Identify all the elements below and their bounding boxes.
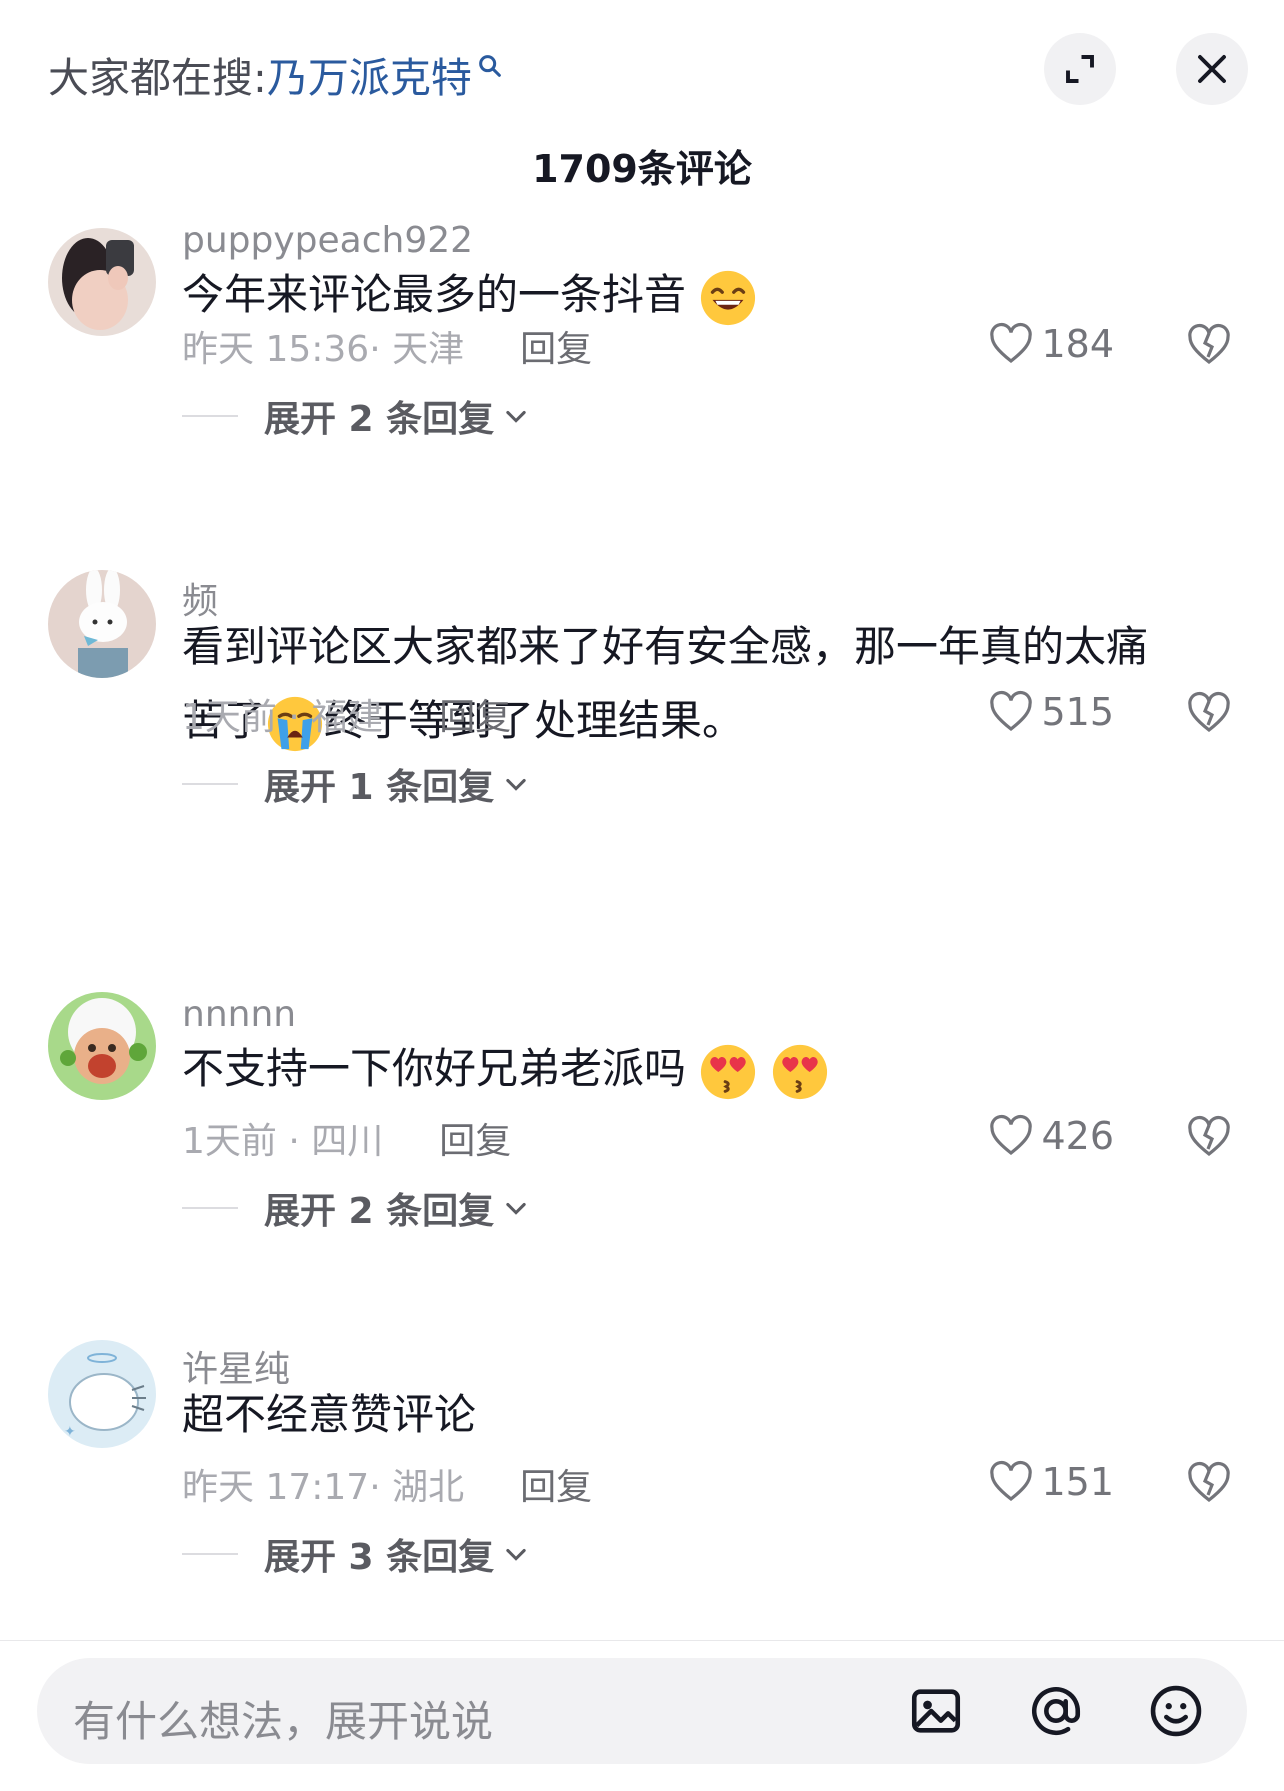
heart-icon xyxy=(990,1460,1033,1502)
emoji-smile-icon[interactable] xyxy=(1147,1682,1205,1740)
input-divider xyxy=(0,1640,1284,1641)
expand-replies-button[interactable]: 展开 3 条回复 xyxy=(182,1528,530,1580)
search-icon xyxy=(478,55,501,77)
expand-replies-label: 展开 2 条回复 xyxy=(264,399,495,440)
comment-meta: 昨天 15:36· 天津 回复 xyxy=(182,320,592,372)
like-button[interactable]: 184 xyxy=(987,320,1114,368)
like-button[interactable]: 151 xyxy=(987,1458,1114,1506)
comment-time-location: 昨天 17:17· 湖北 xyxy=(182,1467,465,1508)
chevron-down-icon xyxy=(506,778,526,791)
divider-line xyxy=(182,1553,238,1555)
like-button[interactable]: 515 xyxy=(987,688,1114,736)
expand-replies-button[interactable]: 展开 2 条回复 xyxy=(182,1182,530,1234)
comment-meta: 1天前 · 四川 回复 xyxy=(182,1112,511,1164)
comment-username[interactable]: nnnnn xyxy=(182,994,296,1035)
heart-icon xyxy=(990,690,1033,732)
comment-text-body: 不支持一下你好兄弟老派吗 xyxy=(182,1044,687,1093)
expand-replies-button[interactable]: 展开 2 条回复 xyxy=(182,390,530,442)
comment-text: 不支持一下你好兄弟老派吗 xyxy=(182,1032,1222,1106)
comment-username[interactable]: puppypeach922 xyxy=(182,220,473,261)
grinning-emoji-icon xyxy=(701,270,756,325)
divider-line xyxy=(182,415,238,417)
reply-button[interactable]: 回复 xyxy=(439,1112,511,1164)
heart-icon xyxy=(990,322,1033,364)
like-count: 426 xyxy=(1041,1114,1114,1158)
comment-input[interactable]: 有什么想法，展开说说 xyxy=(37,1658,1247,1764)
chevron-down-icon xyxy=(506,1548,526,1561)
header: 大家都在搜: 乃万派克特 xyxy=(0,0,1284,140)
hot-search-prefix: 大家都在搜: xyxy=(48,54,267,102)
dislike-heart-icon[interactable] xyxy=(1184,1459,1234,1507)
hot-search-keyword[interactable]: 乃万派克特 xyxy=(267,44,472,104)
kissing-heart-eyes-emoji-icon xyxy=(772,1044,827,1099)
like-count: 151 xyxy=(1041,1460,1114,1504)
divider-line xyxy=(182,783,238,785)
avatar[interactable] xyxy=(48,570,156,678)
avatar[interactable] xyxy=(48,992,156,1100)
comment-input-placeholder: 有什么想法，展开说说 xyxy=(73,1697,494,1746)
comment-text-body: 超不经意赞评论 xyxy=(182,1390,477,1439)
chevron-down-icon xyxy=(506,410,526,423)
reply-button[interactable]: 回复 xyxy=(520,1458,592,1510)
at-mention-icon[interactable] xyxy=(1027,1682,1085,1740)
svg-text:✦: ✦ xyxy=(64,1424,76,1440)
kissing-heart-eyes-emoji-icon xyxy=(701,1044,756,1099)
chevron-down-icon xyxy=(506,1202,526,1215)
divider-line xyxy=(182,1207,238,1209)
like-count: 515 xyxy=(1041,690,1114,734)
comment-meta: 1天前 · 福建 回复 xyxy=(182,688,511,740)
expand-replies-label: 展开 1 条回复 xyxy=(264,767,495,808)
comment-time-location: 1天前 · 福建 xyxy=(182,697,384,738)
like-count: 184 xyxy=(1041,322,1114,366)
comment-count: 1709条评论 xyxy=(532,147,752,191)
avatar[interactable]: ✦ xyxy=(48,1340,156,1448)
close-icon xyxy=(1198,55,1226,83)
hot-search-banner[interactable]: 大家都在搜: 乃万派克特 xyxy=(48,44,504,104)
dislike-heart-icon[interactable] xyxy=(1184,689,1234,737)
expand-replies-label: 展开 3 条回复 xyxy=(264,1537,495,1578)
reply-button[interactable]: 回复 xyxy=(439,688,511,740)
dislike-heart-icon[interactable] xyxy=(1184,321,1234,369)
heart-icon xyxy=(990,1114,1033,1156)
comment-meta: 昨天 17:17· 湖北 回复 xyxy=(182,1458,592,1510)
fullscreen-button[interactable] xyxy=(1044,33,1116,105)
comment-text: 超不经意赞评论 xyxy=(182,1378,1222,1452)
like-button[interactable]: 426 xyxy=(987,1112,1114,1160)
reply-button[interactable]: 回复 xyxy=(520,320,592,372)
expand-replies-button[interactable]: 展开 1 条回复 xyxy=(182,758,530,810)
comment-time-location: 1天前 · 四川 xyxy=(182,1121,384,1162)
expand-replies-label: 展开 2 条回复 xyxy=(264,1191,495,1232)
comment-text-body: 今年来评论最多的一条抖音 xyxy=(182,270,687,319)
comment-text-line-1: 看到评论区大家都来了好有安全感，那一年真的太痛 xyxy=(182,622,1149,671)
avatar[interactable] xyxy=(48,228,156,336)
comment-time-location: 昨天 15:36· 天津 xyxy=(182,329,465,370)
image-icon[interactable] xyxy=(907,1682,965,1740)
close-button[interactable] xyxy=(1176,33,1248,105)
dislike-heart-icon[interactable] xyxy=(1184,1113,1234,1161)
expand-icon xyxy=(1066,55,1094,83)
